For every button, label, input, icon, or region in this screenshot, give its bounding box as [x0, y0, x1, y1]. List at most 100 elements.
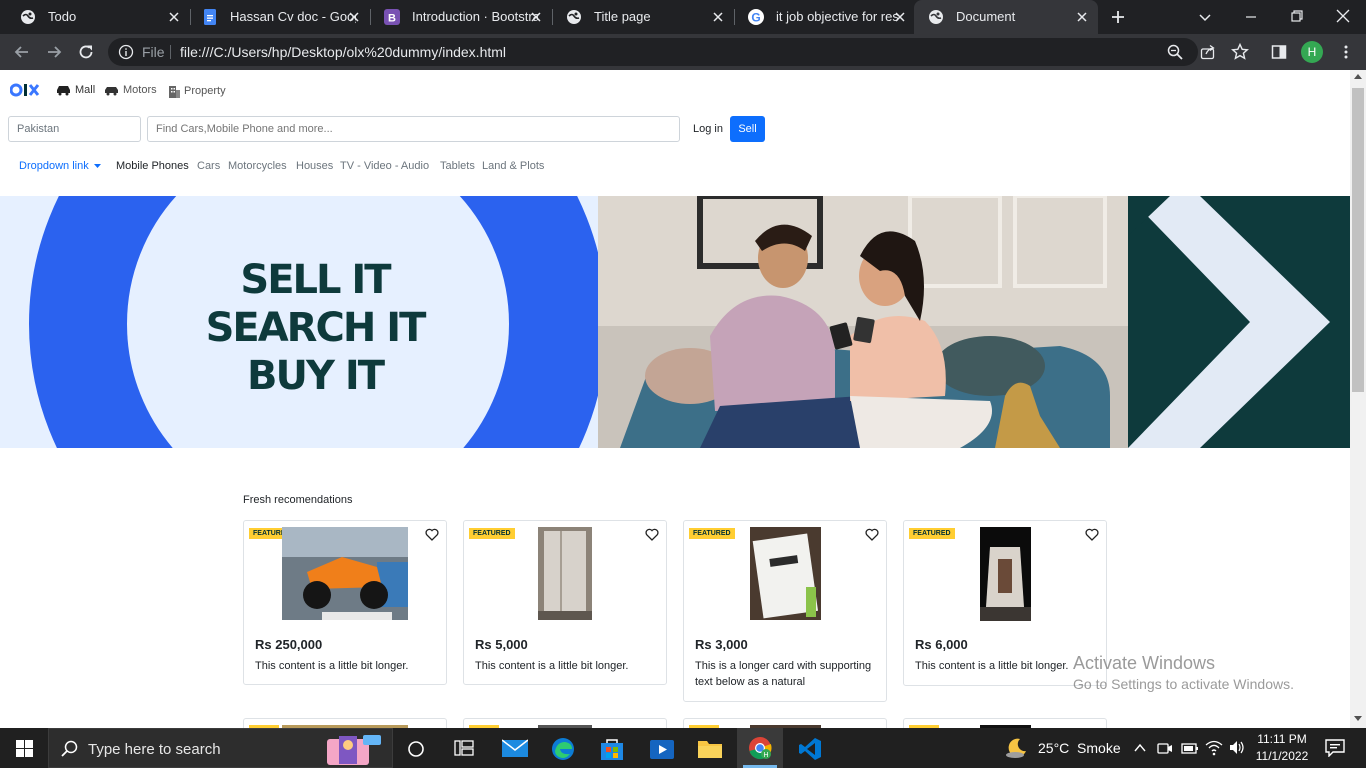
product-card[interactable]	[683, 718, 887, 728]
scroll-down-icon[interactable]	[1354, 716, 1362, 721]
share-icon[interactable]	[1200, 44, 1216, 60]
notifications-icon[interactable]	[1325, 739, 1345, 757]
file-scheme-label: File	[142, 44, 165, 60]
restore-icon[interactable]	[1289, 8, 1305, 24]
tab-job-objective[interactable]: G it job objective for res	[734, 0, 916, 34]
battery-icon[interactable]	[1181, 740, 1199, 756]
chevron-up-icon[interactable]	[1133, 741, 1147, 755]
category-land-plots[interactable]: Land & Plots	[482, 160, 544, 172]
close-icon[interactable]	[528, 9, 544, 25]
mail-icon[interactable]	[502, 738, 528, 758]
back-arrow-icon[interactable]	[13, 43, 31, 61]
window-close-icon[interactable]	[1335, 8, 1351, 24]
video-editor-icon[interactable]	[649, 737, 675, 761]
minimize-icon[interactable]	[1243, 9, 1259, 25]
card-text: This is a longer card with supporting te…	[695, 660, 872, 688]
edge-icon[interactable]	[551, 737, 575, 761]
card-text: This content is a little bit longer.	[475, 660, 629, 672]
tab-title: it job objective for res	[776, 9, 899, 24]
svg-text:H: H	[763, 752, 768, 759]
zoom-icon[interactable]	[1167, 44, 1183, 60]
side-panel-icon[interactable]	[1271, 44, 1287, 60]
google-icon: G	[748, 9, 764, 25]
scrollbar-thumb[interactable]	[1352, 88, 1364, 392]
meet-now-icon[interactable]	[1157, 740, 1173, 756]
tab-hassan-cv[interactable]: Hassan Cv doc - Goog	[188, 0, 371, 34]
url-text[interactable]: file:///C:/Users/hp/Desktop/olx%20dummy/…	[180, 44, 506, 60]
olx-logo[interactable]	[10, 82, 40, 98]
chrome-taskbar-button[interactable]: H	[737, 728, 783, 768]
task-view-icon[interactable]	[454, 739, 474, 757]
login-button[interactable]: Log in	[693, 123, 723, 135]
profile-avatar[interactable]: H	[1301, 41, 1323, 63]
category-cars[interactable]: Cars	[197, 160, 220, 172]
location-input[interactable]	[8, 116, 141, 142]
heart-icon[interactable]	[1085, 528, 1099, 541]
product-card[interactable]	[243, 718, 447, 728]
close-icon[interactable]	[166, 9, 182, 25]
taskbar-search-box[interactable]: Type here to search	[48, 728, 393, 768]
microsoft-store-icon[interactable]	[600, 737, 624, 761]
price: Rs 6,000	[915, 637, 968, 652]
nav-property[interactable]: Property	[168, 84, 226, 98]
product-card[interactable]	[463, 718, 667, 728]
new-tab-plus-icon[interactable]	[1110, 9, 1126, 25]
tab-title: Document	[956, 9, 1016, 24]
nav-motors[interactable]: Motors	[104, 84, 157, 96]
kebab-menu-icon[interactable]	[1338, 44, 1354, 60]
search-input[interactable]	[147, 116, 680, 142]
product-card[interactable]: FEATURED Rs 250,000 This content is a li…	[243, 520, 447, 685]
tab-document[interactable]: Document	[914, 0, 1098, 34]
product-card[interactable]: FEATURED Rs 5,000 This content is a litt…	[463, 520, 667, 685]
heart-icon[interactable]	[645, 528, 659, 541]
heart-icon[interactable]	[865, 528, 879, 541]
tab-title: Title page	[594, 9, 651, 24]
globe-icon	[566, 9, 582, 25]
file-explorer-icon[interactable]	[697, 737, 723, 759]
category-mobile-phones[interactable]: Mobile Phones	[116, 160, 189, 172]
dropdown-link[interactable]: Dropdown link	[19, 160, 101, 172]
task-view-circle-icon[interactable]	[407, 740, 425, 758]
close-icon[interactable]	[710, 9, 726, 25]
price: Rs 5,000	[475, 637, 528, 652]
wifi-icon[interactable]	[1205, 739, 1223, 756]
sell-button[interactable]: Sell	[730, 116, 765, 142]
clock-date: 11/1/2022	[1255, 749, 1309, 763]
hero-banner[interactable]: SELL IT SEARCH IT BUY IT	[0, 196, 1350, 448]
category-houses[interactable]: Houses	[296, 160, 333, 172]
tab-title: Hassan Cv doc - Goog	[230, 9, 356, 24]
product-card[interactable]	[903, 718, 1107, 728]
info-icon[interactable]	[118, 44, 134, 60]
reload-icon[interactable]	[77, 43, 95, 61]
close-icon[interactable]	[346, 9, 362, 25]
weather-text[interactable]: 25°C Smoke	[1038, 740, 1121, 756]
address-bar[interactable]: File file:///C:/Users/hp/Desktop/olx%20d…	[108, 38, 1198, 66]
nav-mall[interactable]: Mall	[56, 84, 95, 96]
close-icon[interactable]	[892, 9, 908, 25]
category-motorcycles[interactable]: Motorcycles	[228, 160, 287, 172]
tab-title-page[interactable]: Title page	[552, 0, 735, 34]
taskbar-clock[interactable]: 11:11 PM 11/1/2022	[1254, 731, 1310, 765]
price: Rs 250,000	[255, 637, 323, 652]
tab-bootstrap[interactable]: B Introduction · Bootstra	[370, 0, 553, 34]
product-card[interactable]: FEATURED Rs 3,000 This is a longer card …	[683, 520, 887, 702]
tab-search-chevron-icon[interactable]	[1197, 9, 1213, 25]
category-tv-video-audio[interactable]: TV - Video - Audio	[340, 160, 429, 172]
forward-arrow-icon[interactable]	[45, 43, 63, 61]
weather-moon-icon[interactable]	[1005, 736, 1029, 760]
bookmark-star-icon[interactable]	[1231, 43, 1249, 61]
scroll-up-icon[interactable]	[1354, 74, 1362, 79]
tab-todo[interactable]: Todo	[6, 0, 191, 34]
tab-title: Introduction · Bootstra	[412, 9, 538, 24]
category-tablets[interactable]: Tablets	[440, 160, 475, 172]
heart-icon[interactable]	[425, 528, 439, 541]
close-icon[interactable]	[1074, 9, 1090, 25]
globe-icon	[928, 9, 944, 25]
clock-time: 11:11 PM	[1257, 732, 1307, 746]
price: Rs 3,000	[695, 637, 748, 652]
vscode-icon[interactable]	[798, 737, 822, 761]
windows-start-icon[interactable]	[16, 740, 33, 757]
page-scrollbar[interactable]	[1350, 70, 1366, 728]
svg-text:B: B	[388, 13, 396, 25]
volume-icon[interactable]	[1228, 739, 1246, 756]
